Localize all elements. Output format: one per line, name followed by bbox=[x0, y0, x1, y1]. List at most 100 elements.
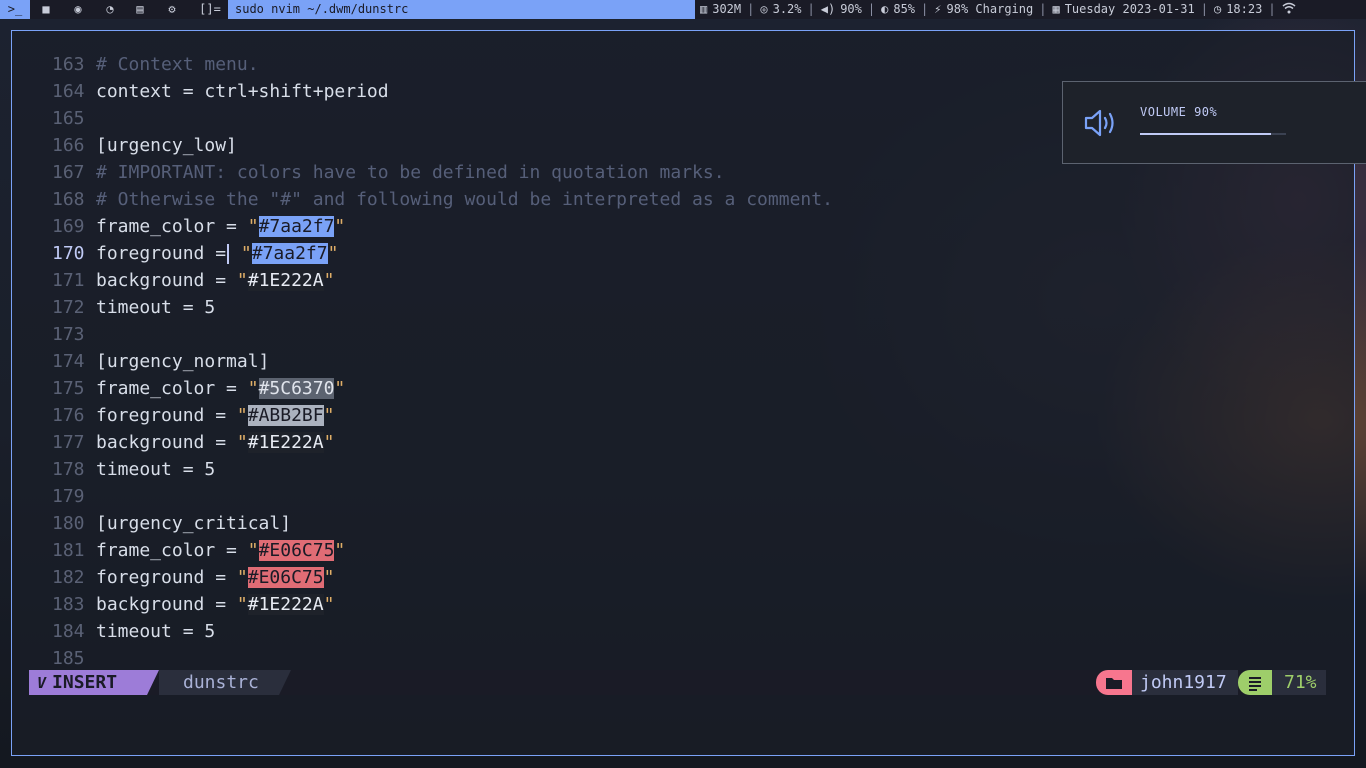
volume-status: ◀) 90% bbox=[821, 0, 862, 19]
status-separator: | bbox=[1200, 2, 1208, 16]
color-value: #1E222A bbox=[247, 270, 324, 291]
config-key: background = bbox=[96, 270, 237, 291]
code-comment: # IMPORTANT: colors have to be defined i… bbox=[96, 162, 725, 183]
line-number: 184 bbox=[52, 621, 85, 642]
quote-mark: " bbox=[236, 405, 248, 426]
speaker-icon bbox=[1083, 107, 1119, 143]
code-text: timeout = 5 bbox=[96, 621, 216, 642]
code-line[interactable]: 163 # Context menu. bbox=[52, 51, 259, 78]
code-line[interactable]: 169 frame_color = "#7aa2f7" bbox=[52, 213, 345, 240]
config-key: foreground = bbox=[96, 243, 227, 264]
code-line[interactable]: 174 [urgency_normal] bbox=[52, 348, 269, 375]
wifi-icon[interactable] bbox=[1282, 0, 1296, 19]
gear-icon[interactable]: ⚙ bbox=[157, 0, 187, 19]
quote-mark: " bbox=[334, 216, 346, 237]
terminal-icon[interactable]: >_ bbox=[0, 0, 30, 19]
quote-mark: " bbox=[247, 216, 259, 237]
quote-mark: " bbox=[247, 540, 259, 561]
code-line[interactable]: 179 bbox=[52, 483, 96, 510]
line-number: 185 bbox=[52, 648, 85, 669]
color-value: #7aa2f7 bbox=[251, 243, 328, 264]
code-line[interactable]: 176 foreground = "#ABB2BF" bbox=[52, 402, 334, 429]
volume-notification: VOLUME 90% bbox=[1062, 81, 1366, 164]
directory-name: john1917 bbox=[1132, 670, 1238, 695]
memory-status: ▥ 302M bbox=[700, 0, 741, 19]
config-key: frame_color = bbox=[96, 540, 248, 561]
line-number: 182 bbox=[52, 567, 85, 588]
layout-indicator[interactable]: []= bbox=[195, 0, 225, 19]
vim-statusline: V INSERT dunstrc john1917 71% bbox=[29, 670, 1326, 695]
code-line[interactable]: 181 frame_color = "#E06C75" bbox=[52, 537, 345, 564]
line-number: 169 bbox=[52, 216, 85, 237]
video-icon[interactable]: ■ bbox=[31, 0, 61, 19]
quote-mark: " bbox=[240, 243, 252, 264]
config-key: frame_color = bbox=[96, 378, 248, 399]
code-text: [urgency_critical] bbox=[96, 513, 292, 534]
code-line[interactable]: 171 background = "#1E222A" bbox=[52, 267, 334, 294]
code-line[interactable]: 172 timeout = 5 bbox=[52, 294, 215, 321]
window-title: sudo nvim ~/.dwm/dunstrc bbox=[228, 0, 695, 19]
code-line[interactable]: 175 frame_color = "#5C6370" bbox=[52, 375, 345, 402]
code-line[interactable]: 168 # Otherwise the "#" and following wou… bbox=[52, 186, 833, 213]
volume-icon: ◀) bbox=[820, 2, 836, 16]
status-separator: | bbox=[807, 2, 815, 16]
discord-icon[interactable]: ◉ bbox=[63, 0, 93, 19]
time-status: ◷ 18:23 bbox=[1214, 0, 1262, 19]
memory-icon: ▥ bbox=[700, 2, 708, 16]
code-line[interactable]: 164 context = ctrl+shift+period bbox=[52, 78, 389, 105]
scroll-percent: 71% bbox=[1272, 670, 1326, 695]
quote-mark: " bbox=[236, 594, 248, 615]
code-line[interactable]: 167 # IMPORTANT: colors have to be define… bbox=[52, 159, 725, 186]
color-value: #ABB2BF bbox=[247, 405, 324, 426]
status-separator: | bbox=[921, 2, 929, 16]
color-value: #1E222A bbox=[247, 432, 324, 453]
status-separator: | bbox=[747, 2, 755, 16]
volume-bar bbox=[1140, 133, 1286, 135]
code-line[interactable]: 178 timeout = 5 bbox=[52, 456, 215, 483]
firefox-icon[interactable]: ◔ bbox=[95, 0, 125, 19]
code-line[interactable]: 177 background = "#1E222A" bbox=[52, 429, 334, 456]
code-line[interactable]: 165 bbox=[52, 105, 96, 132]
mode-indicator: V INSERT bbox=[29, 670, 147, 695]
quote-mark: " bbox=[236, 432, 248, 453]
code-line[interactable]: 180 [urgency_critical] bbox=[52, 510, 291, 537]
quote-mark: " bbox=[236, 270, 248, 291]
config-key: foreground = bbox=[96, 567, 237, 588]
code-text: timeout = 5 bbox=[96, 459, 216, 480]
quote-mark: " bbox=[323, 432, 335, 453]
code-line[interactable]: 170 foreground = "#7aa2f7" bbox=[52, 240, 338, 267]
code-line[interactable]: 182 foreground = "#E06C75" bbox=[52, 564, 334, 591]
line-number: 172 bbox=[52, 297, 85, 318]
brightness-status: ◐ 85% bbox=[881, 0, 915, 19]
line-number: 164 bbox=[52, 81, 85, 102]
quote-mark: " bbox=[334, 540, 346, 561]
quote-mark: " bbox=[247, 378, 259, 399]
quote-mark: " bbox=[334, 378, 346, 399]
line-number: 165 bbox=[52, 108, 85, 129]
code-text: context = ctrl+shift+period bbox=[96, 81, 389, 102]
line-number: 178 bbox=[52, 459, 85, 480]
folder-icon bbox=[1096, 670, 1132, 695]
terminal-window[interactable]: 163 # Context menu. 164 context = ctrl+shif… bbox=[11, 30, 1366, 756]
text-cursor bbox=[227, 244, 230, 264]
line-number: 183 bbox=[52, 594, 85, 615]
status-area: ▥ 302M | ◎ 3.2% | ◀) 90% | ◐ 85% | ⚡ 98% Charging | ▦ Tu… bbox=[700, 0, 1296, 19]
code-line[interactable]: 184 timeout = 5 bbox=[52, 618, 215, 645]
line-number: 174 bbox=[52, 351, 85, 372]
notes-icon[interactable]: ▤ bbox=[125, 0, 155, 19]
config-key: foreground = bbox=[96, 405, 237, 426]
line-number: 177 bbox=[52, 432, 85, 453]
line-number: 176 bbox=[52, 405, 85, 426]
code-line[interactable]: 173 bbox=[52, 321, 96, 348]
code-line[interactable]: 183 background = "#1E222A" bbox=[52, 591, 334, 618]
code-line[interactable]: 185 bbox=[52, 645, 96, 672]
volume-bar-fill bbox=[1140, 133, 1272, 135]
file-separator bbox=[279, 670, 291, 695]
code-line[interactable]: 166 [urgency_low] bbox=[52, 132, 237, 159]
quote-mark: " bbox=[323, 594, 335, 615]
color-value: #E06C75 bbox=[247, 567, 324, 588]
calendar-icon: ▦ bbox=[1052, 2, 1060, 16]
line-number: 181 bbox=[52, 540, 85, 561]
status-separator: | bbox=[1268, 2, 1276, 16]
color-value: #7aa2f7 bbox=[258, 216, 335, 237]
